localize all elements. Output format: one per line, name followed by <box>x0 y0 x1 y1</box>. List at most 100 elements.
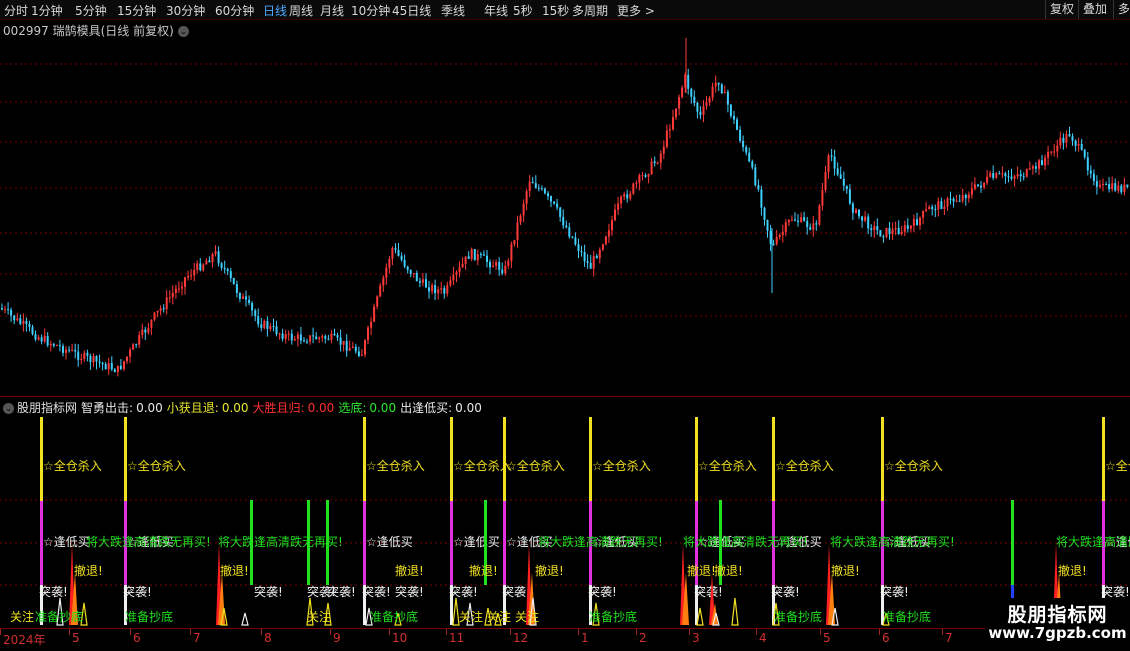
candle <box>1047 146 1050 166</box>
candle <box>736 117 738 131</box>
candle <box>607 223 610 243</box>
candle <box>25 317 28 332</box>
candle <box>266 316 269 337</box>
candle <box>632 182 635 195</box>
toolbar-button-0[interactable]: 复权 <box>1045 0 1078 19</box>
candle <box>397 242 400 257</box>
candle <box>803 211 806 222</box>
candle <box>1034 162 1037 173</box>
candle <box>995 172 998 179</box>
candle <box>342 341 345 352</box>
period-tab-16[interactable]: 更多 > <box>617 2 655 19</box>
candlestick-chart[interactable] <box>0 38 1130 396</box>
period-tab-3[interactable]: 15分钟 <box>117 2 156 19</box>
candle <box>867 213 870 235</box>
candle <box>733 110 735 124</box>
candle <box>806 216 809 235</box>
signal-label-breakout: 突袭! <box>395 584 424 599</box>
toolbar-button-1[interactable]: 叠加 <box>1078 0 1111 19</box>
period-tab-4[interactable]: 30分钟 <box>166 2 205 19</box>
candle <box>922 210 925 225</box>
candle <box>150 319 153 335</box>
period-tab-11[interactable]: 季线 <box>441 2 465 19</box>
candle <box>446 281 449 297</box>
candle <box>983 182 986 190</box>
candle <box>848 184 851 205</box>
period-tab-6[interactable]: 日线 <box>263 2 287 19</box>
candle <box>934 204 937 217</box>
candle <box>129 347 132 363</box>
x-axis-label: 2024年 <box>3 633 46 647</box>
candle <box>882 234 885 243</box>
toolbar-button-2[interactable]: 多 <box>1113 0 1130 19</box>
period-tab-8[interactable]: 月线 <box>320 2 344 19</box>
period-tab-7[interactable]: 周线 <box>289 2 313 19</box>
candle <box>123 360 125 372</box>
candle <box>113 368 116 373</box>
candle <box>931 204 934 216</box>
x-axis-label: 9 <box>333 631 341 645</box>
candle <box>885 227 888 239</box>
candle <box>482 250 485 256</box>
candle <box>492 260 495 268</box>
candle <box>174 284 177 299</box>
candle <box>202 263 205 272</box>
candle <box>534 175 537 189</box>
signal-label-watch: 关注 <box>459 609 483 624</box>
candle <box>257 308 260 328</box>
period-tab-14[interactable]: 15秒 <box>542 2 569 19</box>
signal-label-buy-all: ☆全仓杀入 <box>884 458 943 473</box>
x-axis-label: 3 <box>692 631 700 645</box>
candle <box>1016 166 1019 180</box>
candle <box>232 277 235 285</box>
chevron-down-icon[interactable]: ⌄ <box>177 26 189 37</box>
candle <box>678 94 681 116</box>
candle <box>248 295 251 306</box>
period-tab-9[interactable]: 10分钟 <box>351 2 390 19</box>
candle <box>190 269 193 280</box>
candle <box>339 329 342 352</box>
candle <box>95 355 98 370</box>
candle <box>1044 154 1047 170</box>
candle <box>946 196 949 211</box>
candle <box>199 258 202 272</box>
candle <box>992 165 995 181</box>
candle <box>504 260 507 276</box>
x-axis-tick <box>879 629 880 635</box>
x-axis-label: 5 <box>72 631 80 645</box>
period-tab-15[interactable]: 多周期 <box>572 2 608 19</box>
signal-label-watch: 关注 <box>487 609 511 624</box>
candle <box>668 124 671 139</box>
candle <box>839 166 842 179</box>
candle <box>794 212 796 222</box>
candle <box>110 356 113 372</box>
candle <box>659 150 662 170</box>
period-tab-5[interactable]: 60分钟 <box>215 2 254 19</box>
candle <box>598 247 601 264</box>
period-tab-1[interactable]: 1分钟 <box>31 2 63 19</box>
candle <box>870 224 873 237</box>
indicator-chart[interactable]: ☆全仓杀入 ☆逢低买突袭! ☆全仓杀入 ☆逢低买突袭! ☆全仓杀入 ☆逢低买突袭! ☆全仓杀… <box>0 413 1130 628</box>
candle <box>553 201 556 205</box>
period-tab-12[interactable]: 年线 <box>484 2 508 19</box>
candle <box>165 290 168 315</box>
signal-label-crash-buy: 将大跌逢高清跌无再买! <box>1056 534 1130 549</box>
candle <box>181 281 183 296</box>
candle <box>574 232 577 246</box>
period-tab-0[interactable]: 分时 <box>4 2 28 19</box>
candle <box>815 220 818 231</box>
candle <box>626 189 629 203</box>
candle <box>10 307 13 322</box>
x-axis-label: 12 <box>513 631 529 645</box>
period-tab-2[interactable]: 5分钟 <box>75 2 107 19</box>
candle <box>77 344 80 367</box>
period-tab-10[interactable]: 45日线 <box>392 2 431 19</box>
candle <box>345 334 348 357</box>
candle <box>153 312 156 322</box>
x-axis-label: 2 <box>639 631 647 645</box>
candle <box>281 328 284 342</box>
candle <box>83 350 86 362</box>
period-tab-13[interactable]: 5秒 <box>513 2 533 19</box>
signal-spike <box>731 597 739 626</box>
candle <box>421 273 424 287</box>
